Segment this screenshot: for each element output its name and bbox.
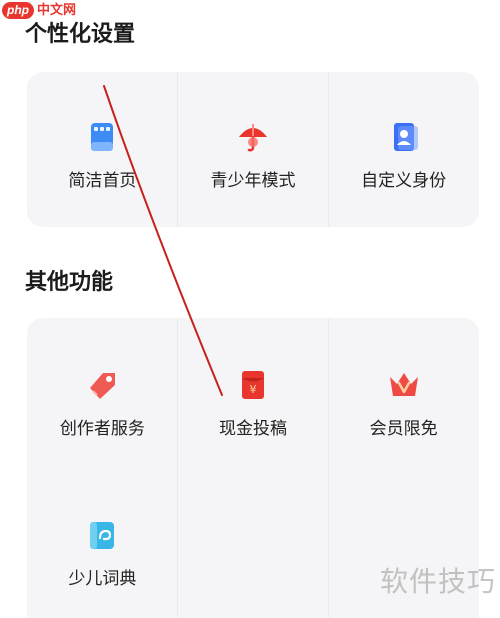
- kids-dictionary-icon: [90, 522, 115, 549]
- divider: [177, 318, 178, 618]
- cash-submission-tile[interactable]: ¥ 现金投稿: [178, 318, 329, 468]
- tile-label: 少儿词典: [68, 569, 137, 589]
- tile-label: 现金投稿: [218, 419, 287, 439]
- teen-mode-umbrella-icon: [238, 124, 267, 152]
- divider: [177, 72, 178, 227]
- tile-label: 青少年模式: [210, 171, 296, 191]
- creator-tag-icon: [90, 373, 116, 399]
- svg-text:¥: ¥: [249, 383, 256, 396]
- vip-crown-icon: [389, 373, 418, 396]
- custom-identity-icon: [393, 123, 418, 151]
- divider: [328, 72, 329, 227]
- custom-identity-tile[interactable]: 自定义身份: [328, 72, 479, 227]
- tile-label: 会员限免: [369, 419, 438, 439]
- cash-envelope-icon: ¥: [241, 371, 264, 399]
- creator-service-tile[interactable]: 创作者服务: [27, 318, 178, 468]
- section-title-personalization: 个性化设置: [25, 22, 136, 47]
- personalization-card: 简洁首页 青少年模式 自定义身份: [27, 72, 479, 227]
- kids-dictionary-tile[interactable]: 少儿词典: [27, 468, 178, 618]
- watermark-text: 软件技巧: [379, 565, 496, 598]
- tile-label: 自定义身份: [361, 171, 447, 191]
- tile-label: 简洁首页: [68, 171, 137, 191]
- vip-free-tile[interactable]: 会员限免: [328, 318, 479, 468]
- teen-mode-tile[interactable]: 青少年模式: [178, 72, 329, 227]
- section-title-other-features: 其他功能: [25, 270, 114, 295]
- simple-home-icon: [91, 123, 114, 151]
- tile-label: 创作者服务: [59, 419, 145, 439]
- divider: [328, 318, 329, 618]
- simple-home-tile[interactable]: 简洁首页: [27, 72, 178, 227]
